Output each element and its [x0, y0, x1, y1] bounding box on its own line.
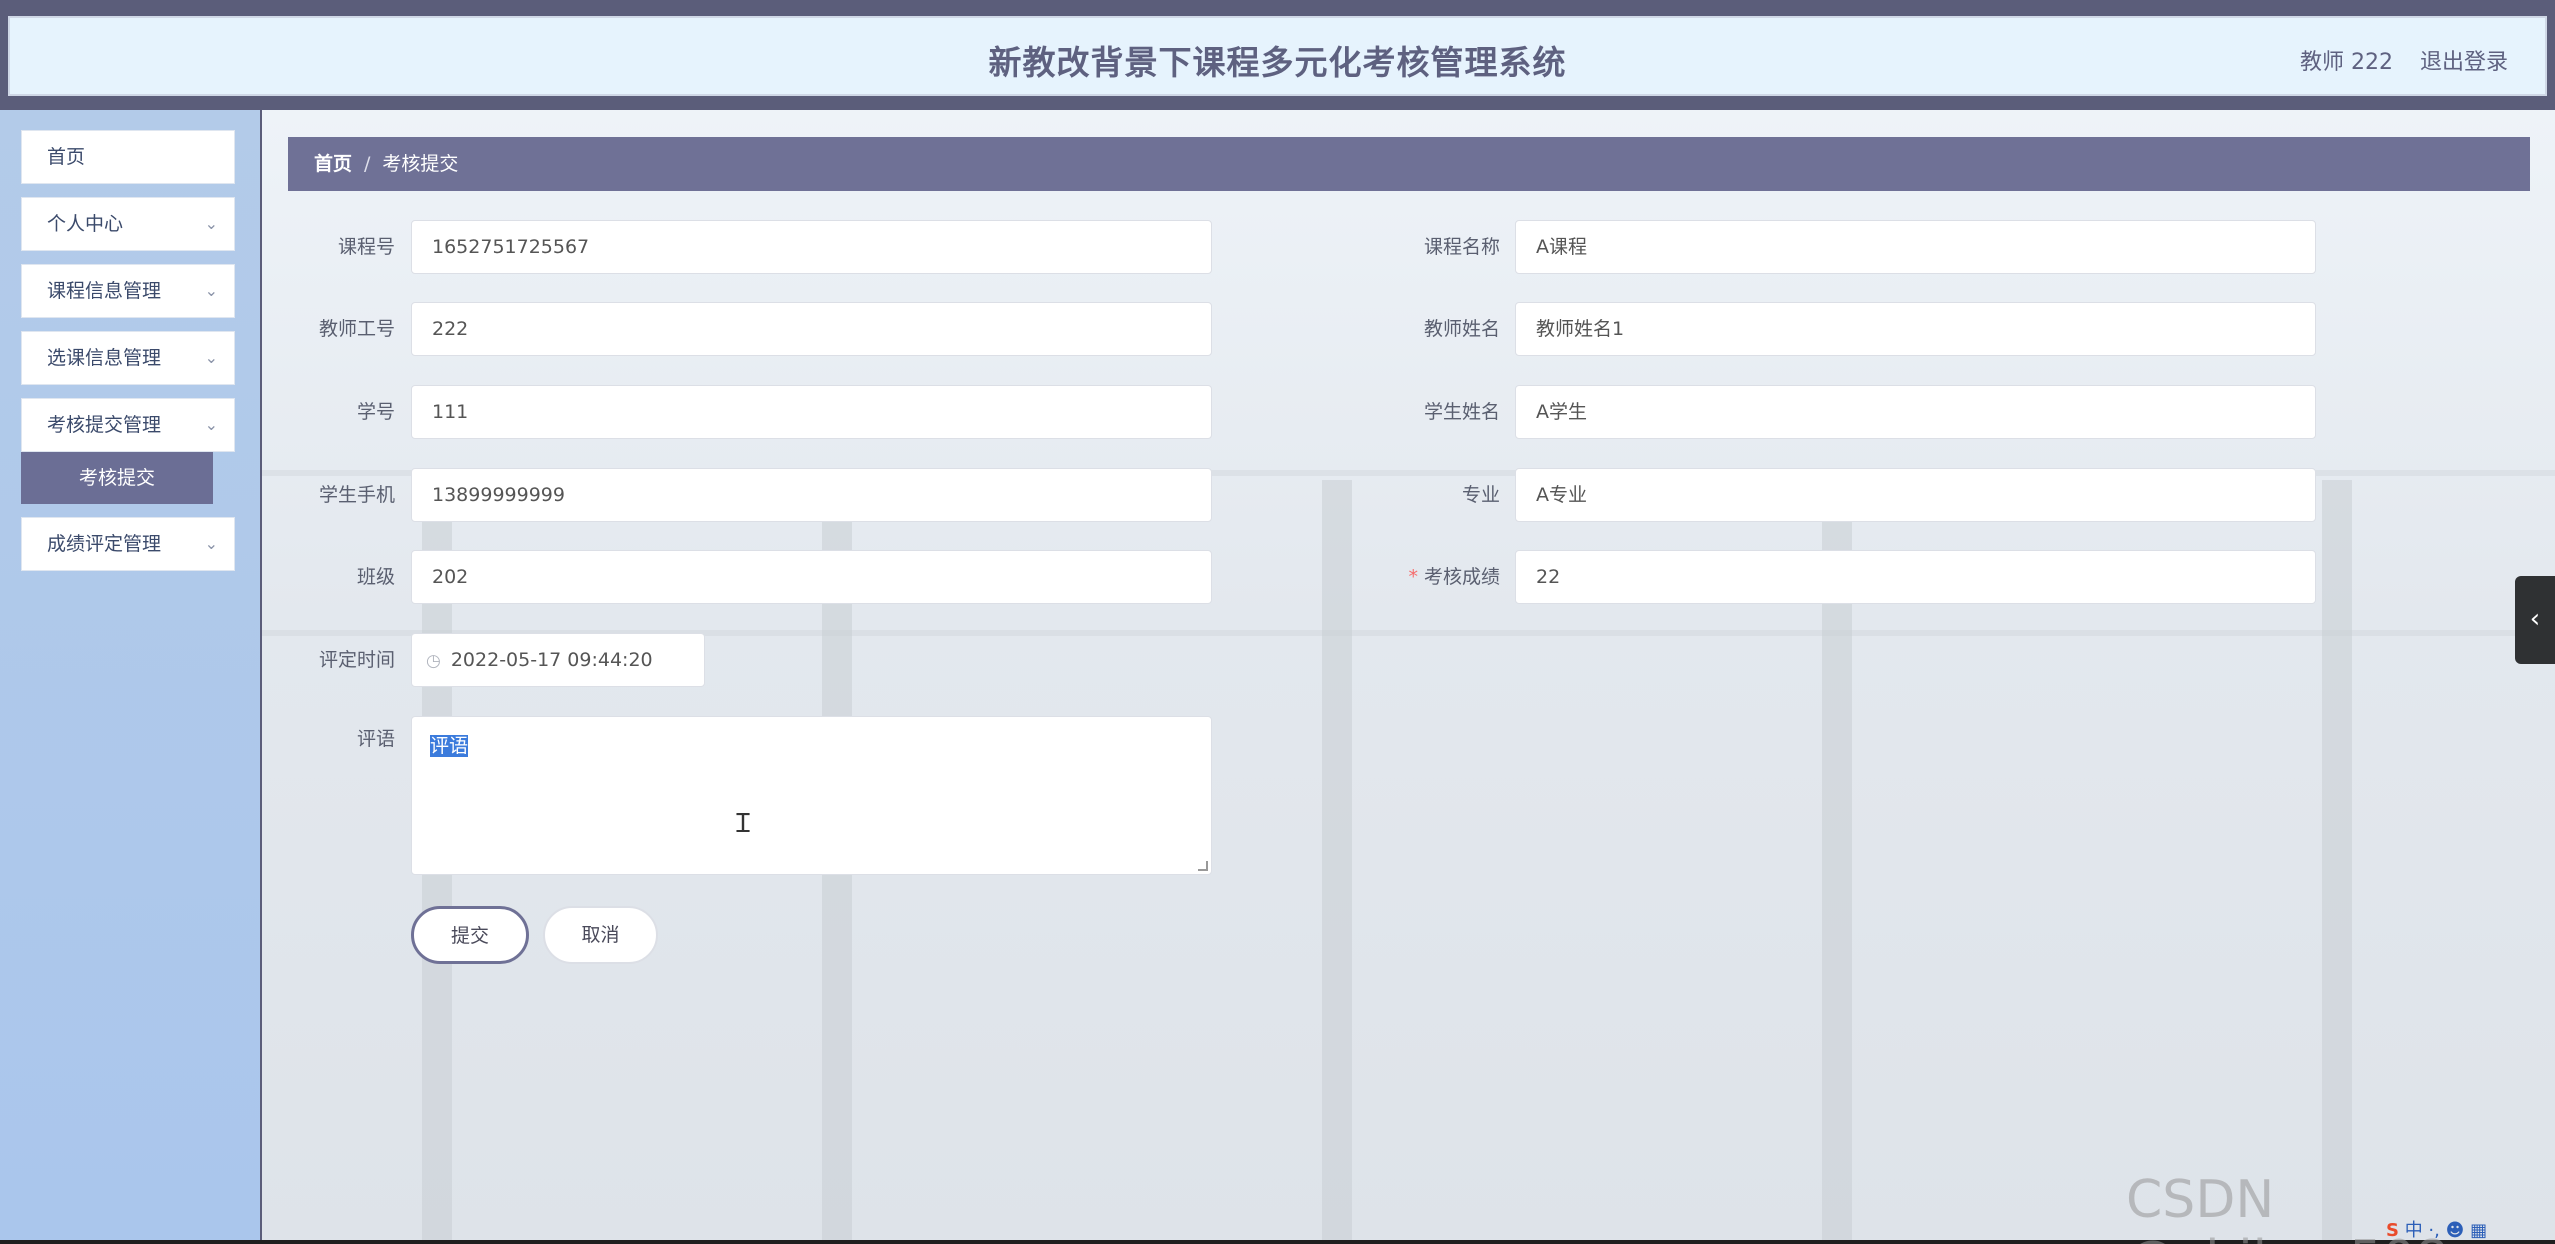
eval-time-picker[interactable]: ◷ 2022-05-17 09:44:20: [411, 633, 705, 687]
score-input[interactable]: 22: [1515, 550, 2316, 604]
breadcrumb-separator: /: [364, 153, 371, 175]
teacher-no-label: 教师工号: [318, 318, 395, 340]
sidebar-item-grade-eval[interactable]: 成绩评定管理 ⌄: [21, 517, 235, 571]
sidebar-item-label: 选课信息管理: [47, 347, 162, 369]
student-name-input[interactable]: A学生: [1515, 385, 2316, 439]
eval-time-label: 评定时间: [318, 649, 395, 671]
resize-handle[interactable]: [1198, 861, 1208, 871]
chevron-down-icon: ⌄: [204, 534, 218, 553]
course-no-label: 课程号: [337, 236, 395, 258]
score-label: * 考核成绩: [1380, 550, 1500, 604]
student-phone-label: 学生手机: [318, 484, 395, 506]
teacher-name-label: 教师姓名: [1423, 318, 1500, 340]
teacher-no-input[interactable]: 222: [411, 302, 1212, 356]
sidebar-item-course-info[interactable]: 课程信息管理 ⌄: [21, 264, 235, 318]
breadcrumb-current: 考核提交: [382, 153, 459, 175]
teacher-name-input[interactable]: 教师姓名1: [1515, 302, 2316, 356]
ime-toolbar[interactable]: S 中 ·, ☻ ▦: [2386, 1216, 2555, 1240]
major-label: 专业: [1461, 484, 1500, 506]
sidebar-subitem-assessment-submit[interactable]: 考核提交: [21, 452, 213, 504]
cancel-button[interactable]: 取消: [543, 906, 658, 964]
chevron-down-icon: ⌄: [204, 348, 218, 367]
sidebar-item-selection-info[interactable]: 选课信息管理 ⌄: [21, 331, 235, 385]
chevron-down-icon: ⌄: [204, 281, 218, 300]
comment-selected-text: 评语: [430, 735, 469, 757]
student-name-label: 学生姓名: [1423, 401, 1500, 423]
course-name-input[interactable]: A课程: [1515, 220, 2316, 274]
background-decor: [2322, 480, 2352, 1240]
text-cursor-icon: Ｉ: [730, 809, 757, 839]
chevron-down-icon: ⌄: [204, 214, 218, 233]
sidebar-item-home[interactable]: 首页: [21, 130, 235, 184]
page-title: 新教改背景下课程多元化考核管理系统: [988, 43, 1567, 82]
sidebar-item-personal-center[interactable]: 个人中心 ⌄: [21, 197, 235, 251]
ime-toolbar-text: 中 ·, ☻ ▦: [2404, 1220, 2488, 1240]
required-mark: *: [1408, 566, 1418, 588]
top-header: 新教改背景下课程多元化考核管理系统 教师 222 退出登录: [8, 16, 2547, 96]
student-no-label: 学号: [356, 401, 395, 423]
comment-label: 评语: [356, 728, 395, 750]
class-input[interactable]: 202: [411, 550, 1212, 604]
sidebar-item-label: 首页: [47, 146, 86, 168]
clock-icon: ◷: [426, 651, 441, 671]
sogou-icon: S: [2386, 1220, 2399, 1240]
student-phone-input[interactable]: 13899999999: [411, 468, 1212, 522]
sidebar-item-label: 课程信息管理: [47, 280, 162, 302]
background-decor: [1322, 480, 1352, 1240]
sidebar-item-assessment-submit[interactable]: 考核提交管理 ⌄: [21, 398, 235, 452]
major-input[interactable]: A专业: [1515, 468, 2316, 522]
current-user: 教师 222: [2300, 50, 2393, 75]
breadcrumb: 首页 / 考核提交: [288, 137, 2530, 191]
course-name-label: 课程名称: [1423, 236, 1500, 258]
course-no-input[interactable]: 1652751725567: [411, 220, 1212, 274]
comment-textarea[interactable]: 评语: [411, 716, 1212, 875]
sidebar-item-label: 考核提交管理: [47, 414, 162, 436]
student-no-input[interactable]: 111: [411, 385, 1212, 439]
breadcrumb-home[interactable]: 首页: [314, 153, 352, 175]
submit-button[interactable]: 提交: [411, 906, 529, 964]
chevron-down-icon: ⌄: [204, 415, 218, 434]
score-label-text: 考核成绩: [1423, 566, 1500, 588]
eval-time-value: 2022-05-17 09:44:20: [450, 649, 653, 671]
sidebar-item-label: 成绩评定管理: [47, 533, 162, 555]
class-label: 班级: [356, 566, 395, 588]
logout-link[interactable]: 退出登录: [2420, 44, 2508, 76]
chevron-left-icon[interactable]: ‹: [2515, 576, 2555, 664]
sidebar-item-label: 个人中心: [47, 213, 124, 235]
